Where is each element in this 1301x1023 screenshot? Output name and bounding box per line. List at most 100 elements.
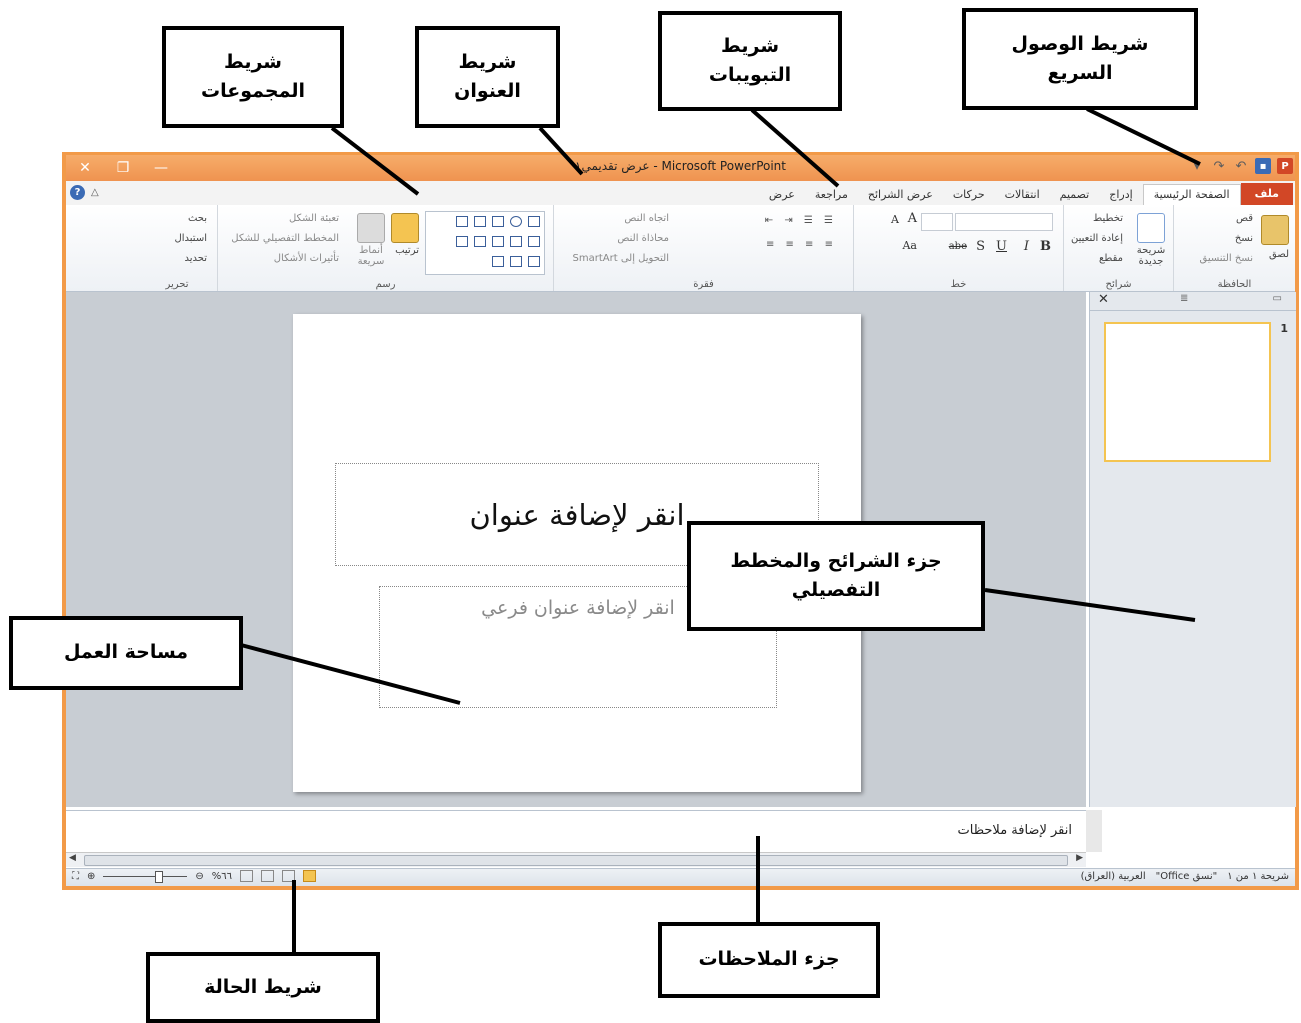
text-direction-button[interactable]: اتجاه النص (624, 213, 669, 224)
font-size-box[interactable] (921, 213, 953, 231)
arrange-button[interactable]: ترتيب (395, 245, 419, 256)
bold-button[interactable]: B (1040, 239, 1051, 254)
align-buttons[interactable]: ≡ ≡ ≡ ≡ (766, 239, 837, 250)
sorter-view-icon[interactable] (282, 870, 296, 882)
status-bar: شريحة ١ من ١ "نسق Office" العربية (العرا… (66, 868, 1295, 886)
tab-insert[interactable]: إدراج (1099, 185, 1142, 205)
redo-icon[interactable]: ↷ (1211, 158, 1227, 174)
paste-icon (1261, 215, 1289, 245)
reading-view-icon[interactable] (261, 870, 275, 882)
group-paragraph: ☰ ☰ ⇥ ⇤ ≡ ≡ ≡ ≡ اتجاه النص محاذاة النص ا… (553, 205, 853, 291)
slideshow-view-icon[interactable] (240, 870, 254, 882)
tab-transitions[interactable]: انتقالات (995, 185, 1050, 205)
notes-pane[interactable]: انقر لإضافة ملاحظات (66, 810, 1086, 853)
new-slide-button[interactable]: شريحة جديدة (1131, 245, 1171, 267)
save-icon[interactable]: ▪ (1255, 158, 1271, 174)
list-buttons[interactable]: ☰ ☰ ⇥ ⇤ (765, 215, 837, 226)
callout-slides-outline-pane: جزء الشرائح والمخطط التفصيلي (687, 521, 985, 631)
shape-fill-button[interactable]: تعبئة الشكل (289, 213, 339, 224)
fit-window-icon[interactable]: ⛶ (72, 871, 79, 882)
smartart-button[interactable]: التحويل إلى SmartArt (573, 253, 669, 264)
minimize-ribbon-icon[interactable]: △ (91, 187, 99, 198)
notes-scrollbar[interactable] (1086, 810, 1102, 852)
group-label-clipboard: الحافظة (1217, 279, 1252, 290)
zoom-out-icon[interactable]: ⊖ (195, 871, 203, 882)
italic-button[interactable]: I (1024, 239, 1029, 254)
callout-tabs-bar: شريط التبويبات (658, 11, 842, 111)
group-label-editing: تحرير (165, 279, 189, 290)
copy-button[interactable]: نسخ (1235, 233, 1253, 244)
help-area: ? △ (70, 185, 99, 200)
section-button[interactable]: مقطع (1099, 253, 1123, 264)
tab-home[interactable]: الصفحة الرئيسية (1142, 184, 1241, 205)
underline-button[interactable]: U (996, 239, 1007, 254)
zoom-in-icon[interactable]: ⊕ (87, 871, 95, 882)
group-label-slides: شرائح (1105, 279, 1132, 290)
callout-status-bar: شريط الحالة (146, 952, 380, 1023)
slides-pane: ✕ ≣ ▭ 1 (1089, 292, 1296, 807)
app-logo-icon[interactable]: P (1277, 158, 1293, 174)
quick-styles-icon (357, 213, 385, 243)
group-font: A A B I U S abe Aa خط (853, 205, 1063, 291)
tab-file[interactable]: ملف (1240, 183, 1293, 205)
slides-tab-icon[interactable]: ▭ (1273, 293, 1282, 304)
quick-access-toolbar: ▾ ↷ ↶ ▪ P (1189, 158, 1293, 174)
ribbon: لصق قص نسخ نسخ التنسيق الحافظة شريحة جدي… (66, 205, 1295, 292)
status-theme: "نسق Office" (1155, 871, 1218, 882)
outline-tab-icon[interactable]: ≣ (1180, 293, 1188, 304)
tab-slideshow[interactable]: عرض الشرائح (858, 185, 943, 205)
replace-button[interactable]: استبدال (175, 233, 208, 244)
notes-placeholder[interactable]: انقر لإضافة ملاحظات (958, 823, 1072, 838)
strikethrough-button[interactable]: abe (949, 241, 967, 252)
cut-button[interactable]: قص (1236, 213, 1253, 224)
grow-font-button[interactable]: A (908, 211, 917, 226)
zoom-slider[interactable] (103, 870, 188, 883)
status-language[interactable]: العربية (العراق) (1081, 871, 1146, 882)
new-slide-icon (1137, 213, 1165, 243)
undo-icon[interactable]: ↶ (1233, 158, 1249, 174)
format-painter-button[interactable]: نسخ التنسيق (1200, 253, 1253, 264)
window-title: عرض تقديمي١ - Microsoft PowerPoint (574, 159, 786, 173)
shape-outline-button[interactable]: المخطط التفصيلي للشكل (231, 233, 339, 244)
quick-styles-button[interactable]: أنماط سريعة (351, 245, 391, 267)
scroll-left-icon[interactable]: ◀ (69, 853, 76, 863)
zoom-slider-thumb[interactable] (155, 870, 164, 883)
scroll-right-icon[interactable]: ▶ (1076, 853, 1083, 863)
tab-design[interactable]: تصميم (1050, 185, 1100, 205)
reset-button[interactable]: إعادة التعيين (1071, 233, 1123, 244)
change-case-button[interactable]: Aa (902, 239, 917, 252)
group-drawing: ترتيب أنماط سريعة تعبئة الشكل المخطط الت… (217, 205, 553, 291)
layout-button[interactable]: تخطيط (1093, 213, 1123, 224)
shrink-font-button[interactable]: A (891, 213, 899, 226)
close-pane-icon[interactable]: ✕ (1098, 292, 1109, 307)
zoom-controls: ⛶ ⊕ ⊖ %٦٦ (72, 870, 317, 883)
help-icon[interactable]: ? (70, 185, 85, 200)
group-editing: بحث استبدال تحديد تحرير (137, 205, 217, 291)
group-label-font: خط (950, 279, 967, 290)
zoom-level[interactable]: %٦٦ (212, 871, 232, 882)
title-bar: ✕ ❐ — عرض تقديمي١ - Microsoft PowerPoint… (66, 155, 1295, 181)
tab-animations[interactable]: حركات (943, 185, 995, 205)
find-button[interactable]: بحث (188, 213, 207, 224)
scrollbar-thumb[interactable] (84, 855, 1068, 866)
shadow-button[interactable]: S (976, 239, 985, 254)
font-name-box[interactable] (955, 213, 1053, 231)
horizontal-scrollbar[interactable]: ◀ ▶ (66, 852, 1086, 867)
select-button[interactable]: تحديد (184, 253, 207, 264)
align-text-button[interactable]: محاذاة النص (617, 233, 669, 244)
paste-button[interactable]: لصق (1269, 249, 1289, 260)
slide-thumbnail[interactable] (1104, 322, 1271, 462)
group-label-drawing: رسم (375, 279, 396, 290)
arrange-icon (391, 213, 419, 243)
shape-effects-button[interactable]: تأثيرات الأشكال (274, 253, 339, 264)
tab-view[interactable]: عرض (759, 185, 805, 205)
customize-qat-icon[interactable]: ▾ (1189, 158, 1205, 174)
shapes-gallery[interactable] (425, 211, 545, 275)
status-info: شريحة ١ من ١ "نسق Office" العربية (العرا… (1081, 871, 1289, 882)
tab-review[interactable]: مراجعة (805, 185, 858, 205)
ribbon-tabs: ملف الصفحة الرئيسية إدراج تصميم انتقالات… (66, 181, 1295, 206)
status-slide-info: شريحة ١ من ١ (1227, 871, 1289, 882)
group-clipboard: لصق قص نسخ نسخ التنسيق الحافظة (1173, 205, 1295, 291)
callout-notes-pane: جزء الملاحظات (658, 922, 880, 998)
normal-view-icon[interactable] (303, 870, 317, 882)
